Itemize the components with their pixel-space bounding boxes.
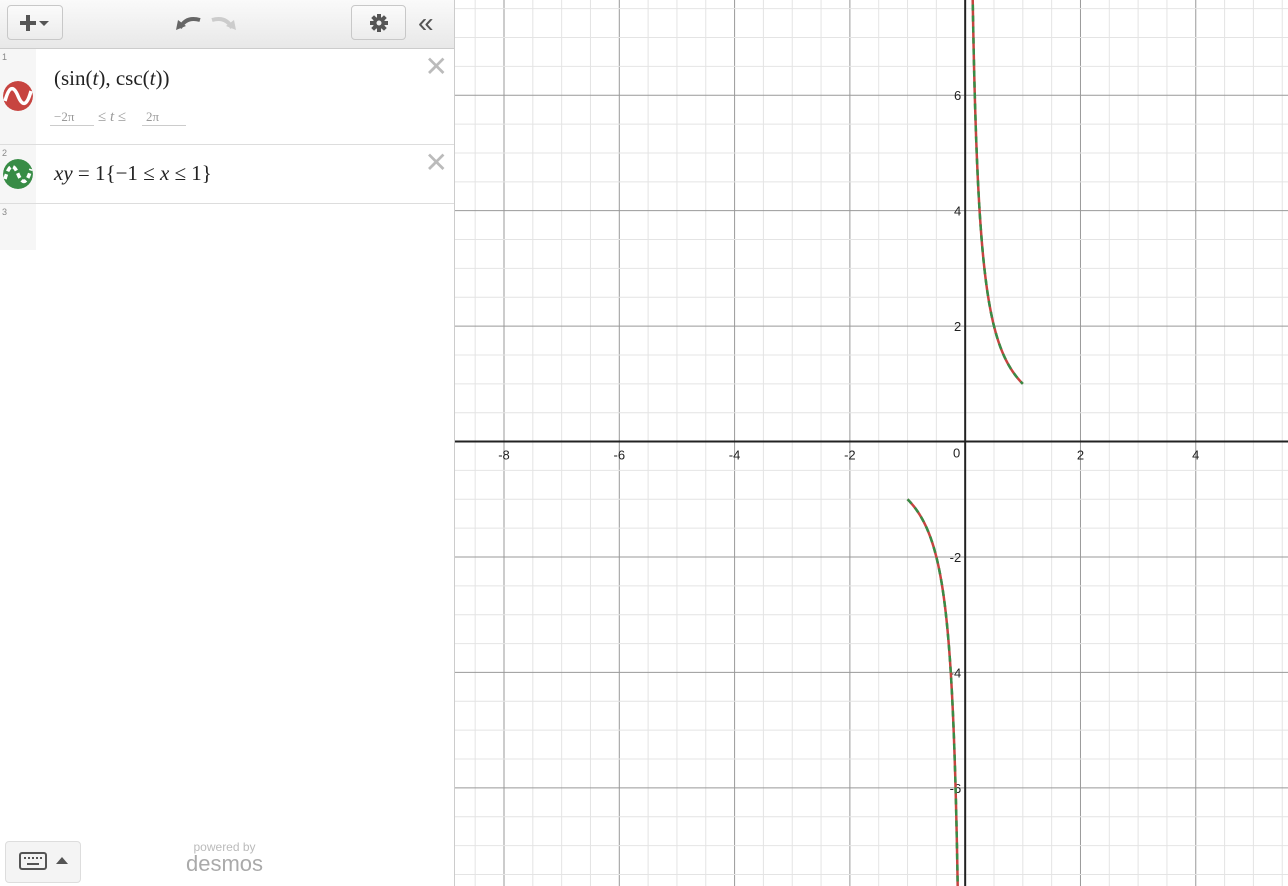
graph-style-icon[interactable] — [3, 159, 33, 189]
t-range-label: ≤ t ≤ — [98, 109, 127, 125]
y-tick-label: 6 — [954, 88, 961, 103]
graph-canvas[interactable]: -8 -6 -4 -2 2 4642-2-4-60 — [455, 0, 1288, 886]
undo-icon[interactable] — [174, 12, 204, 34]
y-tick-label: 2 — [954, 319, 961, 334]
double-chevron-left-icon: « — [418, 7, 434, 38]
toolbar: « — [0, 0, 454, 49]
caret-up-icon — [56, 857, 68, 864]
row-number: 1 — [2, 52, 8, 62]
delete-expression-icon[interactable]: ✕ — [425, 149, 448, 177]
expression-input[interactable]: (sin(t), csc(t)) — [54, 66, 170, 91]
plus-dropdown-icon — [20, 14, 49, 31]
x-tick-label: 4 — [1192, 448, 1199, 463]
keyboard-toggle-button[interactable] — [5, 841, 81, 883]
expression-row-3[interactable]: 3 — [0, 204, 454, 250]
x-tick-label: 2 — [1077, 448, 1084, 463]
x-tick-label: -4 — [729, 448, 741, 463]
t-min-input[interactable]: −2π — [50, 109, 94, 126]
origin-label: 0 — [953, 446, 960, 461]
y-tick-label: 4 — [954, 204, 961, 219]
t-max-input[interactable]: 2π — [142, 109, 186, 126]
x-tick-label: -6 — [614, 448, 626, 463]
collapse-panel-button[interactable]: « — [418, 8, 434, 38]
expression-panel: « 1 (sin(t), csc(t)) −2π ≤ t ≤ 2π ✕ 2 xy… — [0, 0, 455, 886]
row-number: 3 — [2, 207, 8, 217]
expression-row-1[interactable]: 1 (sin(t), csc(t)) −2π ≤ t ≤ 2π ✕ — [0, 49, 454, 145]
add-item-button[interactable] — [7, 5, 63, 40]
y-tick-label: -2 — [950, 550, 962, 565]
gear-icon — [369, 13, 388, 32]
x-tick-label: -2 — [844, 448, 856, 463]
graph-style-icon[interactable] — [3, 81, 33, 111]
x-tick-label: -8 — [498, 448, 510, 463]
expression-input[interactable]: xy = 1{−1 ≤ x ≤ 1} — [54, 161, 212, 186]
delete-expression-icon[interactable]: ✕ — [425, 53, 448, 81]
desmos-brand: desmos — [186, 851, 264, 876]
settings-button[interactable] — [351, 5, 406, 40]
row-number: 2 — [2, 148, 8, 158]
keyboard-icon — [19, 852, 47, 870]
expression-row-2[interactable]: 2 xy = 1{−1 ≤ x ≤ 1} ✕ — [0, 145, 454, 204]
powered-by-desmos-logo[interactable]: powered by desmos — [186, 841, 263, 875]
redo-icon[interactable] — [208, 12, 238, 34]
